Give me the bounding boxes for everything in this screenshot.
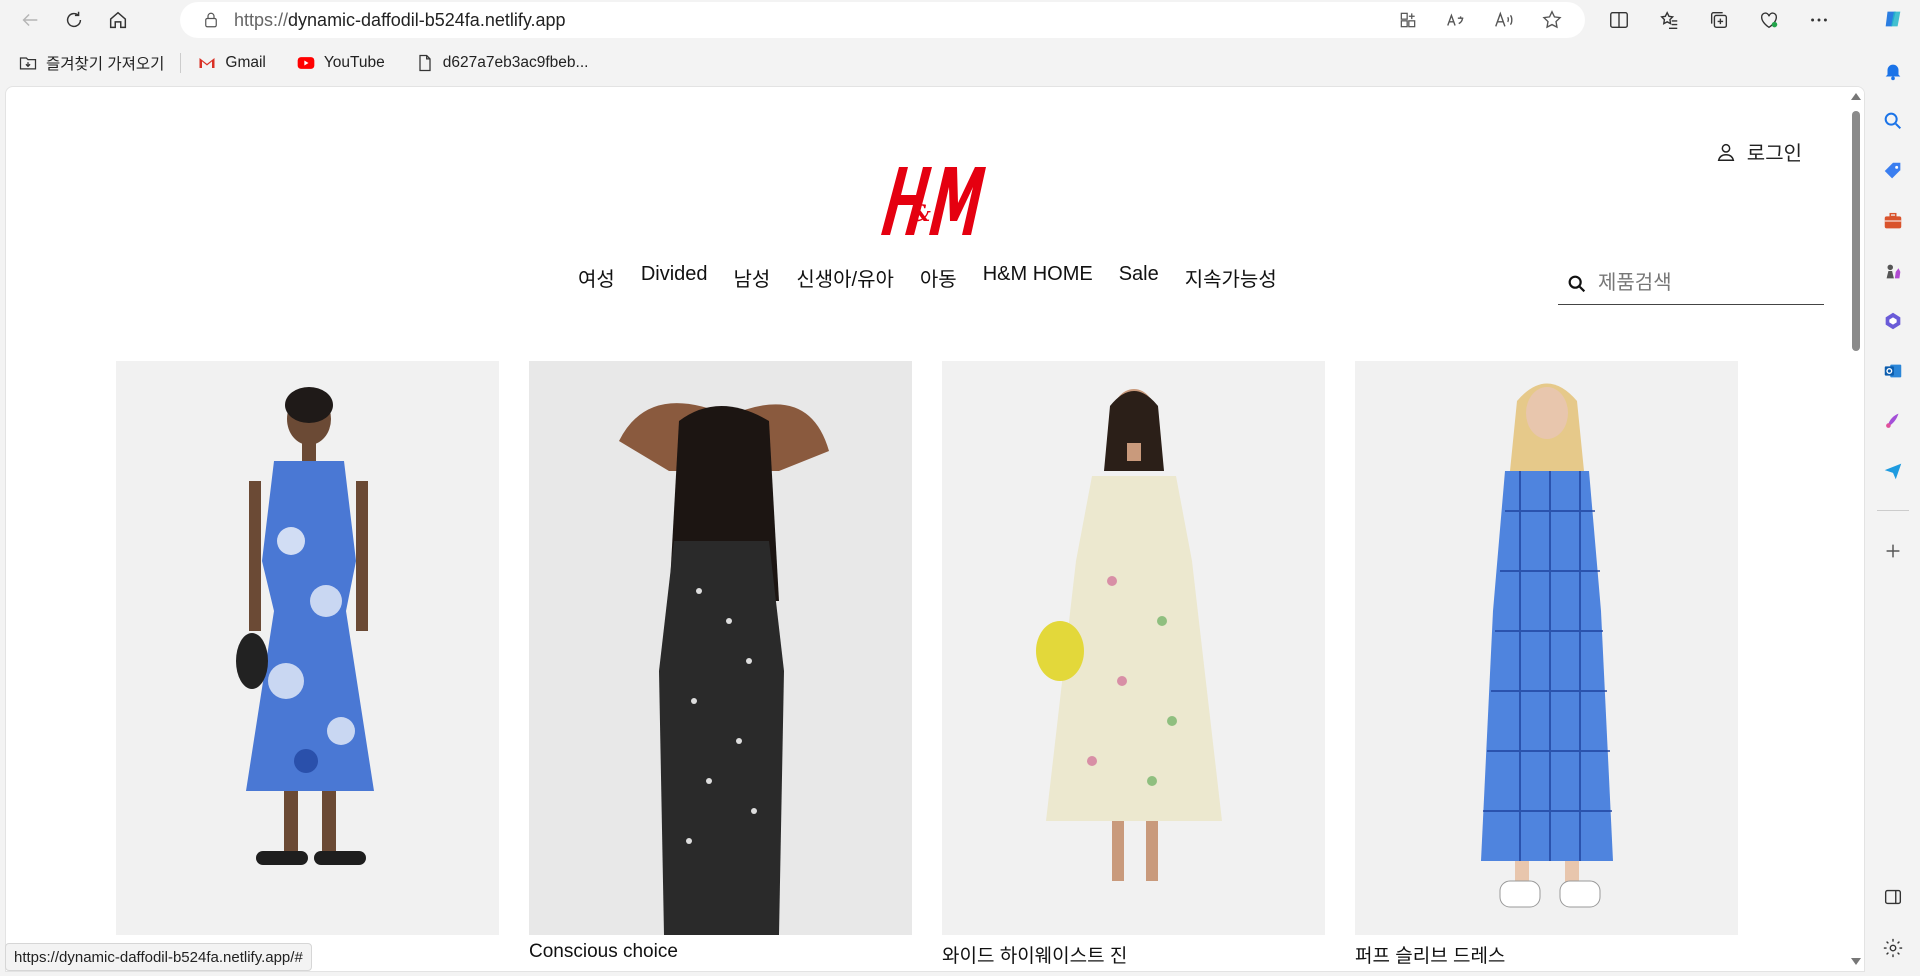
settings-gear-icon[interactable] (1880, 935, 1906, 961)
bookmark-youtube[interactable]: YouTube (292, 48, 389, 78)
product-card[interactable] (116, 361, 499, 968)
lock-icon (205, 12, 217, 28)
favorites-icon[interactable] (1650, 1, 1688, 39)
designer-icon[interactable] (1880, 408, 1906, 434)
status-bar-url: https://dynamic-daffodil-b524fa.netlify.… (5, 943, 312, 971)
product-card[interactable]: 와이드 하이웨이스트 진 (942, 361, 1325, 968)
translate-icon[interactable] (1441, 5, 1471, 35)
back-arrow-icon (22, 13, 38, 27)
product-search (1558, 263, 1824, 305)
edge-sidebar (1865, 0, 1920, 976)
send-plane-icon[interactable] (1880, 458, 1906, 484)
nav-item-divided[interactable]: Divided (641, 263, 708, 292)
gmail-icon (199, 58, 215, 68)
notifications-bell-icon[interactable] (1880, 58, 1906, 84)
app-available-icon[interactable] (1393, 5, 1423, 35)
read-aloud-icon[interactable] (1489, 5, 1519, 35)
file-icon (419, 54, 431, 72)
back-button[interactable] (12, 2, 48, 38)
favorite-star-icon[interactable] (1537, 5, 1567, 35)
product-image[interactable] (116, 361, 499, 935)
nav-item-sale[interactable]: Sale (1119, 263, 1159, 292)
more-options-icon[interactable] (1800, 1, 1838, 39)
browser-toolbar: https://dynamic-daffodil-b524fa.netlify.… (0, 0, 1920, 40)
sidebar-divider (1877, 510, 1909, 511)
home-button[interactable] (100, 2, 136, 38)
bookmark-gmail[interactable]: Gmail (193, 48, 269, 78)
nav-item-baby[interactable]: 신생아/유아 (796, 263, 894, 292)
microsoft365-icon[interactable] (1880, 308, 1906, 334)
product-name[interactable]: 퍼프 슬리브 드레스 (1355, 941, 1738, 968)
shopping-tag-icon[interactable] (1880, 158, 1906, 184)
games-chess-icon[interactable] (1880, 258, 1906, 284)
hide-sidebar-icon[interactable] (1880, 884, 1906, 910)
scroll-down-arrow[interactable] (1851, 958, 1861, 965)
product-image[interactable] (529, 361, 912, 935)
product-grid: Conscious choice 와이드 하이웨이스트 진 퍼프 슬리브 드레스 (116, 361, 1738, 968)
split-screen-icon[interactable] (1600, 1, 1638, 39)
bookmark-import-favorites[interactable]: 즐겨찾기 가져오기 (14, 48, 168, 78)
svg-text:&: & (911, 201, 931, 227)
search-input[interactable] (1598, 272, 1818, 295)
page-viewport: 로그인 & 여성 Divided 남성 신생아/유아 아동 H&M HOME S… (5, 86, 1865, 972)
nav-item-kids[interactable]: 아동 (920, 263, 957, 292)
collections-icon[interactable] (1700, 1, 1738, 39)
login-link[interactable]: 로그인 (1715, 137, 1802, 166)
hm-logo[interactable]: & (871, 159, 986, 244)
nav-item-men[interactable]: 남성 (734, 263, 771, 292)
address-url: https://dynamic-daffodil-b524fa.netlify.… (234, 9, 566, 30)
product-card[interactable]: Conscious choice (529, 361, 912, 968)
nav-item-women[interactable]: 여성 (578, 263, 615, 292)
refresh-button[interactable] (56, 2, 92, 38)
bookmark-separator (180, 53, 182, 73)
search-sidebar-icon[interactable] (1880, 108, 1906, 134)
product-name[interactable]: 와이드 하이웨이스트 진 (942, 941, 1325, 968)
product-name[interactable]: Conscious choice (529, 941, 912, 963)
outlook-icon[interactable] (1880, 358, 1906, 384)
refresh-icon (66, 11, 82, 28)
scrollbar-thumb[interactable] (1852, 111, 1860, 351)
search-icon[interactable] (1566, 273, 1588, 295)
home-icon (109, 11, 127, 29)
copilot-icon[interactable] (1880, 6, 1906, 32)
user-icon (1717, 143, 1735, 161)
youtube-icon (297, 57, 315, 69)
product-card[interactable]: 퍼프 슬리브 드레스 (1355, 361, 1738, 968)
nav-item-sustainability[interactable]: 지속가능성 (1185, 263, 1277, 292)
import-favorites-icon (19, 57, 37, 70)
bookmarks-bar: 즐겨찾기 가져오기 Gmail YouTube d627a7eb3ac9fbeb… (0, 44, 1860, 82)
address-bar[interactable]: https://dynamic-daffodil-b524fa.netlify.… (180, 2, 1585, 38)
browser-essentials-icon[interactable] (1750, 1, 1788, 39)
product-image[interactable] (1355, 361, 1738, 935)
scroll-up-arrow[interactable] (1851, 93, 1861, 100)
bookmark-file[interactable]: d627a7eb3ac9fbeb... (411, 48, 593, 78)
product-image[interactable] (942, 361, 1325, 935)
tools-briefcase-icon[interactable] (1880, 208, 1906, 234)
main-navigation: 여성 Divided 남성 신생아/유아 아동 H&M HOME Sale 지속… (578, 263, 1277, 292)
vertical-scrollbar[interactable] (1848, 87, 1864, 971)
nav-item-home[interactable]: H&M HOME (983, 263, 1093, 292)
add-sidebar-app-icon[interactable] (1880, 538, 1906, 564)
